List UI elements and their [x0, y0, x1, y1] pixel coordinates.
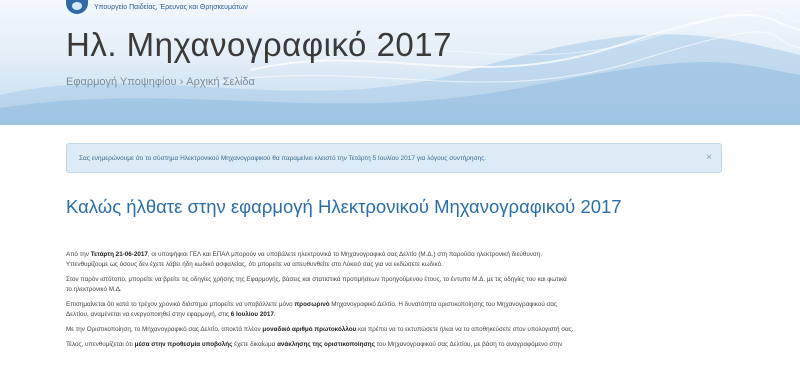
paragraph-line: Με την Οριστικοποίηση, το Μηχανογραφικό …	[66, 325, 736, 335]
text-segment: , οι υποψήφιοι ΓΕΛ και ΕΠΑΛ μπορούν να υ…	[147, 251, 543, 258]
text-segment: Στον παρόν ιστότοπο, μπορείτε να βρείτε …	[66, 276, 567, 283]
text-segment: Δελτίου, αναμένεται να ενεργοποιηθεί στη…	[66, 311, 231, 318]
paragraph-line: Υπενθυμίζουμε ως όσους δεν έχετε λάβει ή…	[66, 260, 736, 270]
page-title: Ηλ. Μηχανογραφικό 2017	[66, 26, 452, 63]
paragraph-line: Στον παρόν ιστότοπο, μπορείτε να βρείτε …	[66, 275, 736, 285]
emphasis-text: ανάκλησης της οριστικοποίησης	[277, 341, 375, 348]
intro-paragraph: Τέλος, υπενθυμίζεται ότι μέσα στην προθε…	[66, 340, 736, 350]
emphasis-text: προσωρινό	[294, 301, 330, 308]
text-segment: Μηχανογραφικό Δελτίο. Η δυνατότητα οριστ…	[329, 301, 558, 308]
text-segment: έχετε δικαίωμα	[232, 341, 278, 348]
intro-paragraph: Από την Τετάρτη 21-06-2017, οι υποψήφιοι…	[66, 250, 736, 270]
text-segment: Επισημαίνεται ότι κατά το τρέχον χρονικό…	[66, 301, 295, 308]
intro-paragraph: Με την Οριστικοποίηση, το Μηχανογραφικό …	[66, 325, 736, 335]
paragraph-line: Τέλος, υπενθυμίζεται ότι μέσα στην προθε…	[66, 340, 736, 350]
intro-content: Από την Τετάρτη 21-06-2017, οι υποψήφιοι…	[66, 250, 736, 355]
breadcrumb: Εφαρμογή Υποψηφίου › Αρχική Σελίδα	[66, 76, 255, 88]
text-segment: Τέλος, υπενθυμίζεται ότι	[66, 341, 135, 348]
page-header: Υπουργείο Παιδείας, Έρευνας και Θρησκευμ…	[0, 0, 800, 125]
emphasis-text: 6 Ιουλίου 2017	[230, 311, 274, 318]
emphasis-text: Τετάρτη 21-06-2017	[90, 251, 148, 258]
paragraph-line: Από την Τετάρτη 21-06-2017, οι υποψήφιοι…	[66, 250, 736, 260]
paragraph-line: το ηλεκτρονικό Μ.Δ.	[66, 285, 736, 295]
text-segment: Με την Οριστικοποίηση, το Μηχανογραφικό …	[66, 326, 263, 333]
breadcrumb-item-home: Αρχική Σελίδα	[186, 76, 255, 88]
maintenance-alert: Σας ενημερώνουμε ότι το σύστημα Ηλεκτρον…	[66, 143, 722, 173]
welcome-heading: Καλώς ήλθατε στην εφαρμογή Ηλεκτρονικού …	[66, 196, 622, 217]
intro-paragraph: Επισημαίνεται ότι κατά το τρέχον χρονικό…	[66, 300, 736, 320]
text-segment: Υπενθυμίζουμε ως όσους δεν έχετε λάβει ή…	[66, 261, 443, 268]
emphasis-text: μέσα στην προθεσμία υποβολής	[134, 341, 233, 348]
text-segment: το ηλεκτρονικό Μ.Δ.	[66, 286, 122, 293]
ministry-logo-icon	[66, 0, 88, 14]
breadcrumb-separator: ›	[179, 76, 184, 88]
intro-paragraph: Στον παρόν ιστότοπο, μπορείτε να βρείτε …	[66, 275, 736, 295]
paragraph-line: Δελτίου, αναμένεται να ενεργοποιηθεί στη…	[66, 310, 736, 320]
emphasis-text: μοναδικό αριθμό πρωτοκόλλου	[262, 326, 357, 333]
breadcrumb-item-application[interactable]: Εφαρμογή Υποψηφίου	[66, 76, 177, 88]
text-segment: και πρέπει να το εκτυπώσετε ή/και να το …	[356, 326, 574, 333]
paragraph-line: Επισημαίνεται ότι κατά το τρέχον χρονικό…	[66, 300, 736, 310]
alert-text: Σας ενημερώνουμε ότι το σύστημα Ηλεκτρον…	[79, 154, 487, 162]
text-segment: .	[273, 311, 276, 318]
text-segment: Από την	[66, 251, 91, 258]
ministry-name: Υπουργείο Παιδείας, Έρευνας και Θρησκευμ…	[94, 3, 248, 11]
close-icon[interactable]: ×	[706, 152, 712, 163]
text-segment: του Μηχανογραφικού σας Δελτίου, με βάση …	[374, 341, 563, 348]
ministry-branding[interactable]: Υπουργείο Παιδείας, Έρευνας και Θρησκευμ…	[66, 0, 248, 14]
